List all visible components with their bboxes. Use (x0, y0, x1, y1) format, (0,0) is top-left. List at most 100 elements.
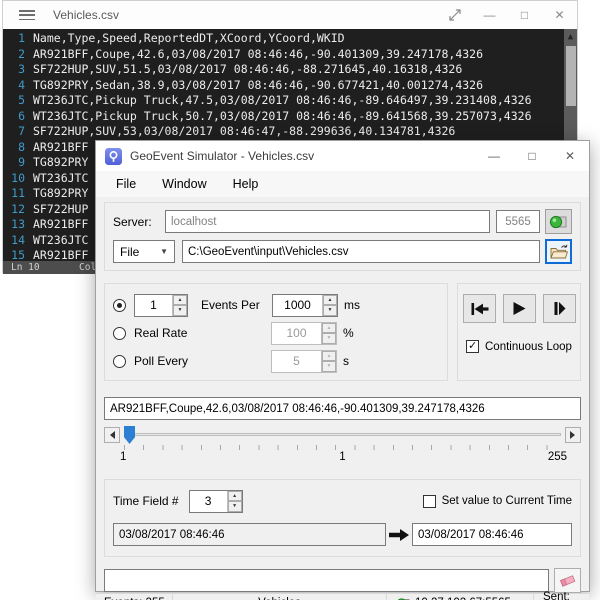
poll-every-unit: s (343, 354, 349, 368)
menu-help[interactable]: Help (223, 173, 269, 195)
editor-window-title: Vehicles.csv (53, 8, 119, 22)
spinner-up-icon[interactable]: ▲ (228, 491, 242, 502)
interval-unit: ms (344, 298, 360, 312)
time-field-label: Time Field # (113, 494, 179, 508)
set-current-time-checkbox[interactable] (423, 495, 436, 508)
slider-right-button[interactable] (565, 427, 581, 443)
playback-group: Continuous Loop (457, 283, 581, 381)
slider-thumb[interactable] (124, 426, 135, 444)
rate-group: 1 ▲▼ Events Per 1000 ▲▼ ms Real Rate (104, 283, 448, 381)
step-forward-button[interactable] (543, 294, 576, 323)
radio-poll-every[interactable] (113, 355, 126, 368)
play-icon (511, 301, 527, 316)
editor-line: 1Name,Type,Speed,ReportedDT,XCoord,YCoor… (3, 31, 577, 47)
open-folder-icon (550, 244, 568, 259)
editor-line: 7SF722HUP,SUV,53,03/08/2017 08:46:47,-88… (3, 124, 577, 140)
left-arrow-icon (106, 431, 115, 439)
continuous-loop-checkbox[interactable] (466, 340, 479, 353)
status-sent-count: Sent: 0 (534, 594, 589, 600)
spinner-down-icon: ▼ (322, 361, 336, 372)
connect-button[interactable] (545, 209, 572, 234)
events-per-label: Events Per (188, 298, 272, 312)
sim-body: Server: File ▼ (96, 198, 589, 593)
interval-spinner[interactable]: 1000 ▲▼ (272, 294, 338, 317)
editor-titlebar: Vehicles.csv ― □ ✕ (3, 1, 577, 29)
set-current-time-label: Set value to Current Time (442, 495, 572, 507)
spinner-up-icon: ▲ (322, 323, 336, 334)
slider-ticks (124, 445, 561, 450)
minimize-icon[interactable]: ― (472, 1, 507, 29)
file-path-input[interactable] (182, 240, 540, 263)
connect-icon (549, 214, 568, 230)
browse-file-button[interactable] (545, 239, 572, 264)
events-count-spinner[interactable]: 1 ▲▼ (134, 294, 188, 317)
time-field-group: Time Field # 3 ▲▼ Set value to Current T… (104, 479, 581, 557)
source-type-value: File (120, 245, 139, 259)
radio-real-rate[interactable] (113, 327, 126, 340)
minimize-icon[interactable]: ― (475, 141, 513, 171)
status-simulation-name: Vehicles (173, 594, 387, 600)
real-rate-spinner: 100 ▲▼ (271, 322, 337, 345)
radio-events-per[interactable] (113, 299, 126, 312)
right-arrow-icon (389, 528, 410, 542)
event-preview-field[interactable] (104, 397, 581, 420)
spinner-down-icon[interactable]: ▼ (228, 501, 242, 512)
slider-left-button[interactable] (104, 427, 120, 443)
scrollbar-thumb[interactable] (566, 46, 576, 106)
slider-current-label: 1 (339, 451, 345, 463)
slider-track[interactable] (122, 426, 563, 444)
geoevent-simulator-window: GeoEvent Simulator - Vehicles.csv ― □ ✕ … (95, 140, 590, 592)
spinner-down-icon[interactable]: ▼ (323, 305, 337, 316)
message-field[interactable] (104, 569, 549, 592)
real-rate-label: Real Rate (134, 326, 271, 340)
skip-to-start-button[interactable] (463, 294, 496, 323)
scroll-up-icon[interactable]: ▲ (564, 29, 577, 44)
editor-line: 4TG892PRY,Sedan,38.9,03/08/2017 08:46:46… (3, 78, 577, 94)
editor-line: 5WT236JTC,Pickup Truck,47.5,03/08/2017 0… (3, 93, 577, 109)
sim-window-title: GeoEvent Simulator - Vehicles.csv (130, 149, 314, 163)
spinner-down-icon[interactable]: ▼ (173, 305, 187, 316)
maximize-icon[interactable]: □ (513, 141, 551, 171)
editor-line: 3SF722HUP,SUV,51.5,03/08/2017 08:46:46,-… (3, 62, 577, 78)
fullscreen-icon[interactable] (437, 1, 472, 29)
event-slider[interactable] (104, 426, 581, 444)
spinner-up-icon: ▲ (322, 351, 336, 362)
status-connection: 10.27.102.67:5565 (387, 594, 534, 600)
spinner-up-icon[interactable]: ▲ (323, 295, 337, 306)
server-port-input[interactable] (496, 210, 540, 233)
time-to-field[interactable] (412, 523, 572, 546)
close-icon[interactable]: ✕ (542, 1, 577, 29)
sim-statusbar: Events: 255 Vehicles 10.27.102.67:5565 S… (96, 593, 589, 600)
slider-min-label: 1 (120, 451, 126, 463)
hamburger-menu-icon[interactable] (19, 10, 35, 20)
screen: Vehicles.csv ― □ ✕ 1Name,Type,Speed,Repo… (0, 0, 600, 600)
status-column: Col (79, 262, 96, 273)
poll-every-label: Poll Every (134, 354, 271, 368)
close-icon[interactable]: ✕ (551, 141, 589, 171)
editor-line: 2AR921BFF,Coupe,42.6,03/08/2017 08:46:46… (3, 47, 577, 63)
slider-max-label: 255 (548, 451, 567, 463)
clear-button[interactable] (554, 568, 581, 593)
time-field-spinner[interactable]: 3 ▲▼ (189, 490, 243, 513)
maximize-icon[interactable]: □ (507, 1, 542, 29)
spinner-up-icon[interactable]: ▲ (173, 295, 187, 306)
continuous-loop-label: Continuous Loop (485, 341, 572, 353)
status-line-number: Ln 10 (11, 262, 40, 273)
connection-status-icon (396, 597, 410, 600)
source-type-dropdown[interactable]: File ▼ (113, 240, 175, 263)
menu-file[interactable]: File (106, 173, 146, 195)
play-button[interactable] (503, 294, 536, 323)
real-rate-unit: % (343, 326, 354, 340)
step-forward-icon (552, 301, 567, 316)
time-from-field[interactable] (113, 523, 386, 546)
editor-line: 6WT236JTC,Pickup Truck,50.7,03/08/2017 0… (3, 109, 577, 125)
status-events-count: Events: 255 (96, 594, 173, 600)
chevron-down-icon: ▼ (160, 247, 168, 256)
sim-titlebar[interactable]: GeoEvent Simulator - Vehicles.csv ― □ ✕ (96, 141, 589, 171)
geoevent-app-icon (105, 148, 122, 165)
server-host-input[interactable] (165, 210, 490, 233)
sim-menubar: File Window Help (96, 171, 589, 198)
menu-window[interactable]: Window (152, 173, 216, 195)
right-arrow-icon (570, 431, 579, 439)
spinner-down-icon: ▼ (322, 333, 336, 344)
